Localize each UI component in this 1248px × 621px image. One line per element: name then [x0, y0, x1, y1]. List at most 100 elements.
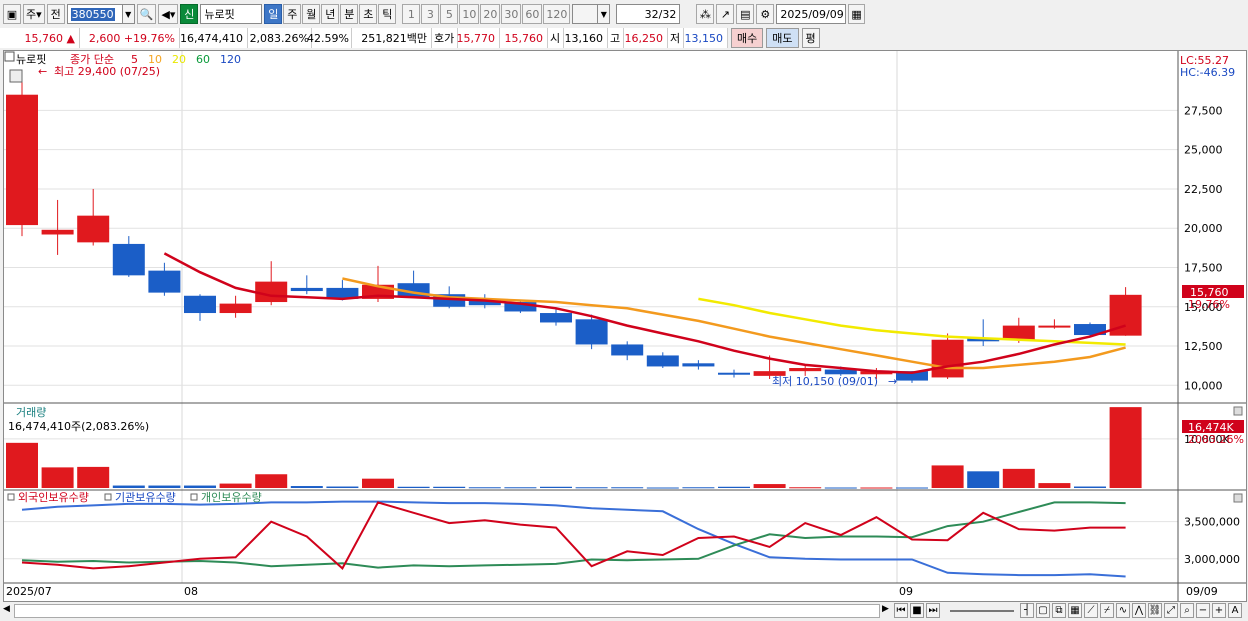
- volume-close-icon[interactable]: [1233, 406, 1243, 416]
- x-axis-label: 09: [899, 585, 913, 598]
- indicator-icon[interactable]: ⁂: [696, 4, 715, 24]
- playback-controls: ⏮ ■ ⏭: [894, 603, 940, 618]
- stock-code-dropdown[interactable]: ▼: [122, 4, 135, 24]
- box-icon[interactable]: ▢: [1036, 603, 1050, 618]
- volume-pct: 2,083.26%: [248, 28, 312, 48]
- zoom-slider[interactable]: [950, 610, 1014, 612]
- change-value: 2,600: [88, 31, 121, 45]
- interval-button-5[interactable]: 5: [440, 4, 459, 24]
- buy-button[interactable]: 매수: [731, 28, 764, 48]
- eval-button[interactable]: 평: [801, 28, 820, 48]
- grid-toggle-icon[interactable]: ▦: [1068, 603, 1082, 618]
- link-icon[interactable]: ⛓: [1148, 603, 1162, 618]
- period-button-5[interactable]: 초: [359, 4, 378, 24]
- sell-button[interactable]: 매도: [766, 28, 799, 48]
- volume-bar: [611, 487, 644, 489]
- interval-custom-field[interactable]: [572, 4, 599, 24]
- interval-button-1[interactable]: 1: [402, 4, 421, 24]
- interval-button-10[interactable]: 10: [459, 4, 480, 24]
- magnifier-icon[interactable]: ⌕: [1180, 603, 1194, 618]
- pattern-icon[interactable]: ⋀: [1132, 603, 1146, 618]
- copy-icon[interactable]: ⧉: [1052, 603, 1066, 618]
- ma5-line: [163, 252, 1126, 374]
- period-button-4[interactable]: 분: [340, 4, 359, 24]
- candle-body: [6, 94, 38, 226]
- x-axis-label: 2025/07: [6, 585, 52, 598]
- bid-price: 15,760: [500, 28, 548, 48]
- speaker-icon[interactable]: ◀▾: [158, 4, 179, 24]
- stop-icon[interactable]: ■: [910, 603, 924, 618]
- interval-button-3[interactable]: 3: [421, 4, 440, 24]
- volume-bar: [397, 486, 430, 488]
- volume-bar: [824, 487, 857, 489]
- ma-legend-60: 60: [196, 53, 210, 66]
- save-icon[interactable]: ▤: [736, 4, 755, 24]
- new-listing-badge[interactable]: 신: [180, 4, 199, 24]
- price-tick-label: 22,500: [1184, 183, 1223, 196]
- chart-svg[interactable]: 27,50025,00022,50020,00017,50015,00012,5…: [4, 51, 1246, 601]
- volume-bar: [1074, 486, 1106, 488]
- holdings-legend-label: 기관보유수량: [115, 491, 176, 504]
- interval-button-30[interactable]: 30: [501, 4, 522, 24]
- period-button-0[interactable]: 일: [264, 4, 283, 24]
- zoom-in-icon[interactable]: +: [1212, 603, 1226, 618]
- trend-icon[interactable]: ⟋: [1084, 603, 1098, 618]
- gear-icon[interactable]: ⚙: [756, 4, 775, 24]
- date-field[interactable]: 2025/09/09: [776, 4, 847, 24]
- stock-code-input[interactable]: 380550: [66, 4, 123, 24]
- holdings-tick-label: 3,500,000: [1184, 516, 1240, 529]
- volume-bar: [362, 478, 394, 488]
- zoom-out-icon[interactable]: −: [1196, 603, 1210, 618]
- prev-button[interactable]: 전: [46, 4, 65, 24]
- legend-marker-icon: [104, 493, 112, 501]
- draw-tool-icon[interactable]: ↗: [716, 4, 735, 24]
- period-button-2[interactable]: 월: [302, 4, 321, 24]
- bottom-bar: ◀ ▶ ⏮ ■ ⏭ ┤ ▢ ⧉ ▦ ⟋ ⌿ ∿ ⋀ ⛓ ⤢ ⌕ − + A: [0, 602, 1248, 620]
- chart-area[interactable]: 27,500 25,000 22,500 20,000 17,500 15,000 12,5…: [3, 50, 1247, 602]
- candle-body: [255, 281, 288, 303]
- change-cell: 2,600 +19.76%: [80, 28, 180, 48]
- volume-bar: [77, 466, 110, 488]
- stock-name-field[interactable]: 뉴로핏: [200, 4, 263, 24]
- scroll-track[interactable]: [14, 604, 880, 618]
- ask-label: 호가: [432, 28, 458, 48]
- period-button-1[interactable]: 주: [283, 4, 302, 24]
- auto-scale-icon[interactable]: A: [1228, 603, 1242, 618]
- period-unit-select[interactable]: 주 ▾: [23, 4, 45, 24]
- volume-bar: [326, 486, 359, 488]
- calculator-icon[interactable]: [9, 69, 23, 83]
- period-button-3[interactable]: 년: [321, 4, 340, 24]
- holdings-close-icon[interactable]: [1233, 493, 1243, 503]
- panel-menu-icon[interactable]: [4, 51, 15, 62]
- volume-bar: [789, 487, 822, 489]
- top-toolbar: ▣ 주 ▾ 전 380550 ▼ 🔍 ◀▾ 신 뉴로핏 일주월년분초틱 1 3 5 10…: [0, 2, 1248, 26]
- interval-button-120[interactable]: 120: [543, 4, 571, 24]
- volume-bar: [753, 484, 786, 488]
- open-label: 시: [548, 28, 564, 48]
- fullscreen-icon[interactable]: ⤢: [1164, 603, 1178, 618]
- layout-icon[interactable]: ▣: [3, 4, 21, 24]
- hc-label: HC:-46.39: [1180, 66, 1235, 79]
- fan-icon[interactable]: ⌿: [1100, 603, 1114, 618]
- fast-forward-icon[interactable]: ⏭: [926, 603, 940, 618]
- scroll-left-icon[interactable]: ◀: [3, 604, 10, 614]
- calendar-icon[interactable]: ▦: [848, 4, 865, 24]
- volume-bar: [931, 465, 964, 488]
- rewind-icon[interactable]: ⏮: [894, 603, 908, 618]
- scroll-right-icon[interactable]: ▶: [882, 604, 889, 614]
- holdings-legend: 외국인보유수량 기관보유수량 개인보유수량: [7, 491, 262, 504]
- price-value: 15,760: [24, 31, 64, 45]
- interval-dropdown[interactable]: ▼: [598, 4, 611, 24]
- search-icon[interactable]: 🔍: [136, 4, 157, 24]
- interval-button-60[interactable]: 60: [522, 4, 543, 24]
- high-annotation: 최고 29,400 (07/25): [54, 65, 160, 78]
- volume-current-pct: 2083.26%: [1188, 433, 1244, 446]
- holdings-lines-layer: [21, 500, 1126, 578]
- interval-button-20[interactable]: 20: [480, 4, 501, 24]
- volume-bar: [718, 486, 750, 488]
- crosshair-icon[interactable]: ┤: [1020, 603, 1034, 618]
- wave-icon[interactable]: ∿: [1116, 603, 1130, 618]
- candle-body: [1038, 325, 1071, 328]
- count-field[interactable]: 32/32: [616, 4, 681, 24]
- period-button-6[interactable]: 틱: [378, 4, 397, 24]
